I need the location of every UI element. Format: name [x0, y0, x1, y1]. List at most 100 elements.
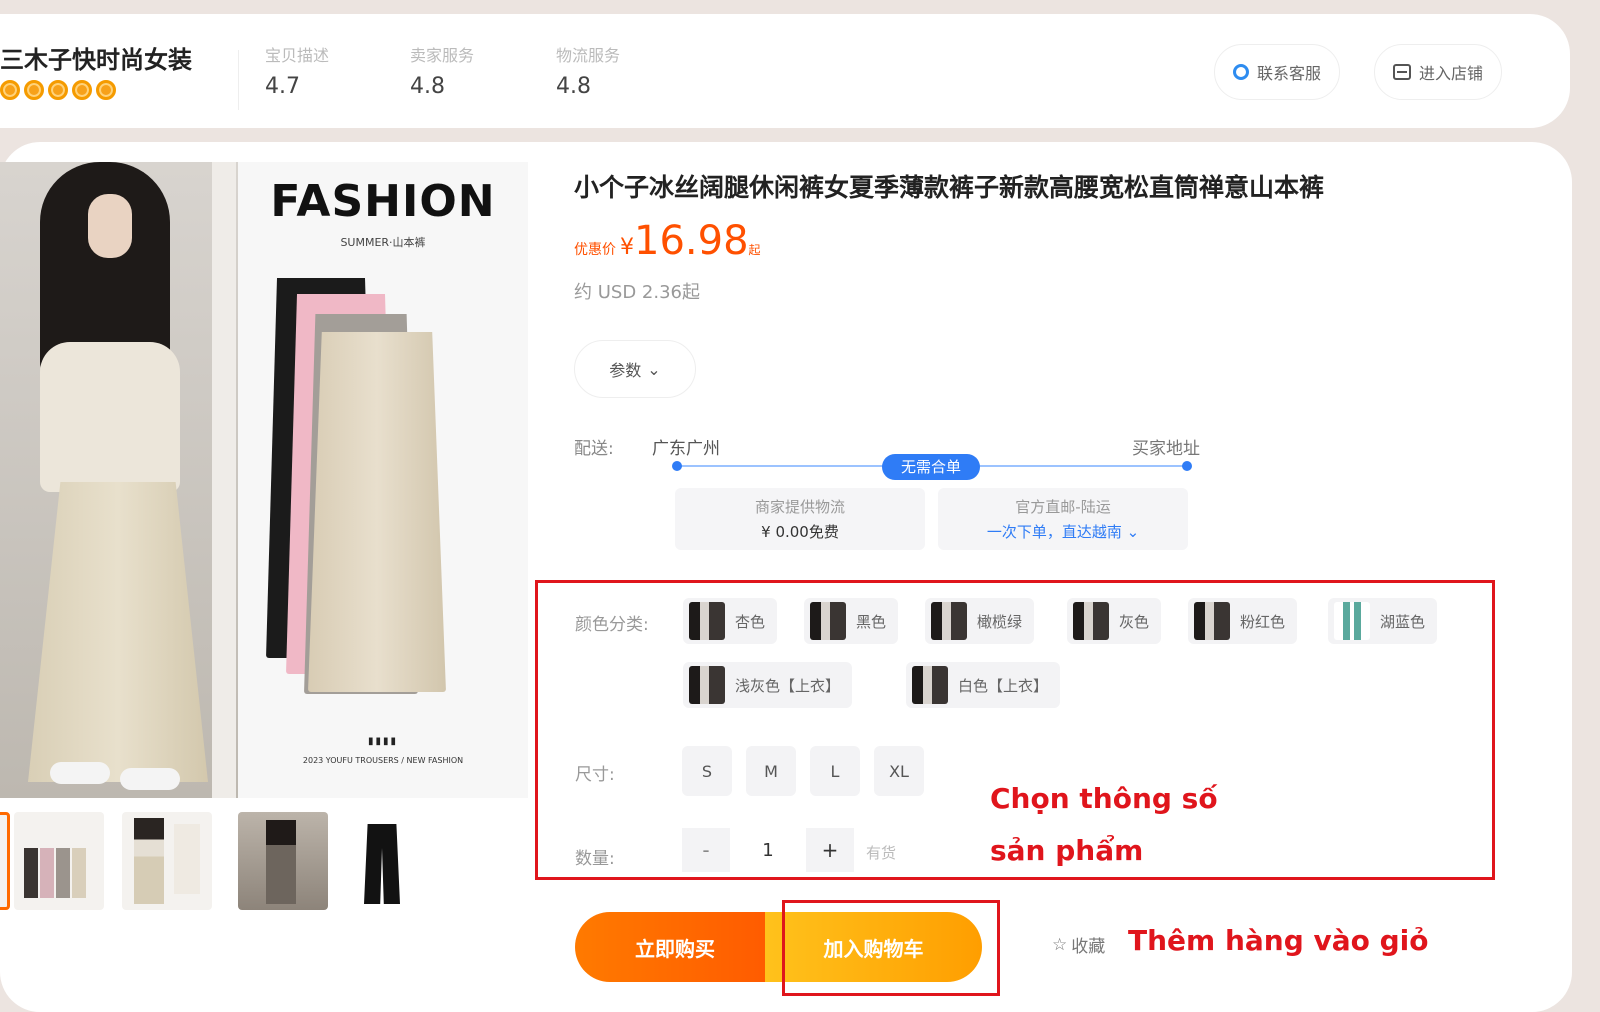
swatch-thumb: [1334, 602, 1370, 640]
enter-store-label: 进入店铺: [1419, 64, 1484, 83]
fashion-promo-image[interactable]: FASHION SUMMER·山本裤 ▮▮▮▮ 2023 YOUFU TROUS…: [238, 162, 528, 798]
quantity-increase-button[interactable]: +: [806, 828, 854, 872]
main-product-photo[interactable]: [0, 162, 238, 798]
color-option-label: 杏色: [735, 612, 766, 631]
coin-icon: [96, 80, 116, 100]
contact-service-button[interactable]: 联系客服: [1214, 44, 1341, 100]
swatch-thumb: [689, 666, 725, 704]
enter-store-button[interactable]: 进入店铺: [1374, 44, 1503, 100]
chevron-down-icon: ⌄: [647, 359, 661, 379]
color-label: 颜色分类:: [575, 615, 649, 635]
annotation-specs-line1: Chọn thông số: [990, 782, 1218, 815]
size-option[interactable]: S: [682, 746, 732, 796]
thumbnail[interactable]: [122, 812, 212, 910]
shipping-option-link[interactable]: 一次下单，直达越南 ⌄: [938, 521, 1188, 542]
annotation-cart: Thêm hàng vào giỏ: [1128, 924, 1429, 957]
shipping-label: 配送:: [574, 439, 614, 459]
buy-now-button[interactable]: 立即购买: [575, 912, 775, 982]
cart-highlight-box: [782, 900, 1000, 996]
shop-header: 三木子快时尚女装 宝贝描述 4.7 卖家服务 4.8 物流服务 4.8 联系客服…: [0, 14, 1570, 128]
slide-dots: ▮▮▮▮: [367, 736, 398, 747]
color-option-label: 灰色: [1119, 612, 1150, 631]
color-option[interactable]: 黑色: [804, 598, 899, 644]
route-start-dot: [672, 461, 682, 471]
coin-icon: [24, 80, 44, 100]
shipping-option-link-text: 一次下单，直达越南: [986, 523, 1122, 541]
model-shoe: [120, 768, 180, 790]
coin-icon: [0, 80, 20, 100]
service-icon: [1233, 64, 1249, 80]
rating-value: 4.7: [265, 74, 300, 99]
swatch-thumb: [689, 602, 725, 640]
size-option[interactable]: M: [746, 746, 796, 796]
favorite-button[interactable]: ☆ 收藏: [1052, 932, 1106, 958]
rating-value: 4.8: [556, 74, 591, 99]
size-option[interactable]: XL: [874, 746, 924, 796]
params-label: 参数: [609, 361, 642, 380]
rating-label: 卖家服务: [410, 46, 475, 65]
color-option[interactable]: 杏色: [683, 598, 778, 644]
color-option[interactable]: 橄榄绿: [925, 598, 1035, 644]
chevron-down-icon: ⌄: [1121, 523, 1140, 541]
color-option-label: 湖蓝色: [1380, 612, 1426, 631]
annotation-specs-line2: sản phẩm: [990, 834, 1144, 867]
thumbnail[interactable]: [336, 812, 426, 910]
params-dropdown[interactable]: 参数 ⌄: [574, 340, 696, 398]
color-option-label: 粉红色: [1240, 612, 1286, 631]
model-shoe: [50, 762, 110, 784]
beige-pants: [308, 332, 446, 692]
swatch-thumb: [931, 602, 967, 640]
usd-price: 约 USD 2.36起: [574, 282, 700, 303]
color-option[interactable]: 浅灰色【上衣】: [683, 662, 853, 708]
star-icon: ☆: [1052, 934, 1068, 955]
color-option-label: 白色【上衣】: [958, 676, 1049, 695]
color-option-label: 黑色: [856, 612, 887, 631]
photo-wall-edge: [212, 162, 236, 798]
shop-level-icons: [0, 80, 116, 100]
thumbnail[interactable]: [14, 812, 104, 910]
stock-status: 有货: [866, 844, 897, 862]
shipping-option-title: 商家提供物流: [754, 498, 845, 516]
price-value: 16.98: [634, 218, 749, 264]
coin-icon: [48, 80, 68, 100]
store-icon: [1393, 64, 1411, 80]
shipping-to[interactable]: 买家地址: [1132, 434, 1200, 459]
swatch-thumb: [810, 602, 846, 640]
swatch-thumb: [1073, 602, 1109, 640]
model-top: [40, 342, 180, 492]
fashion-subtitle: SUMMER·山本裤: [340, 236, 426, 249]
price-suffix: 起: [748, 243, 761, 257]
favorite-label: 收藏: [1071, 937, 1106, 957]
shop-name[interactable]: 三木子快时尚女装: [0, 40, 192, 75]
quantity-decrease-button[interactable]: -: [682, 828, 730, 872]
shipping-from: 广东广州: [652, 439, 720, 459]
quantity-input[interactable]: 1: [734, 828, 802, 872]
swatch-thumb: [912, 666, 948, 704]
color-option[interactable]: 粉红色: [1188, 598, 1298, 644]
no-merge-badge: 无需合单: [882, 454, 980, 480]
swatch-thumb: [1194, 602, 1230, 640]
size-option[interactable]: L: [810, 746, 860, 796]
fashion-footer: 2023 YOUFU TROUSERS / NEW FASHION: [302, 756, 464, 765]
price-tag: 优惠价: [574, 242, 616, 258]
price: 优惠价 ¥ 16.98 起: [574, 218, 761, 264]
rating-logistics: 物流服务 4.8: [556, 42, 620, 99]
contact-label: 联系客服: [1257, 64, 1322, 83]
model-face: [88, 194, 132, 258]
coin-icon: [72, 80, 92, 100]
color-option-label: 浅灰色【上衣】: [735, 676, 841, 695]
fashion-title: FASHION: [270, 176, 496, 227]
rating-description: 宝贝描述 4.7: [265, 42, 329, 99]
color-option-label: 橄榄绿: [977, 612, 1023, 631]
thumbnail-active[interactable]: [0, 812, 10, 910]
shipping-option-official[interactable]: 官方直邮-陆运 一次下单，直达越南 ⌄: [938, 488, 1188, 550]
route-end-dot: [1182, 461, 1192, 471]
color-option[interactable]: 白色【上衣】: [906, 662, 1061, 708]
thumbnail[interactable]: [238, 812, 328, 910]
shipping-option-fee: ¥ 0.00免费: [761, 523, 839, 541]
color-option[interactable]: 灰色: [1067, 598, 1162, 644]
color-option[interactable]: 湖蓝色: [1328, 598, 1438, 644]
shipping-option-seller[interactable]: 商家提供物流 ¥ 0.00免费: [675, 488, 925, 550]
divider: [238, 50, 239, 110]
rating-label: 宝贝描述: [265, 46, 330, 65]
